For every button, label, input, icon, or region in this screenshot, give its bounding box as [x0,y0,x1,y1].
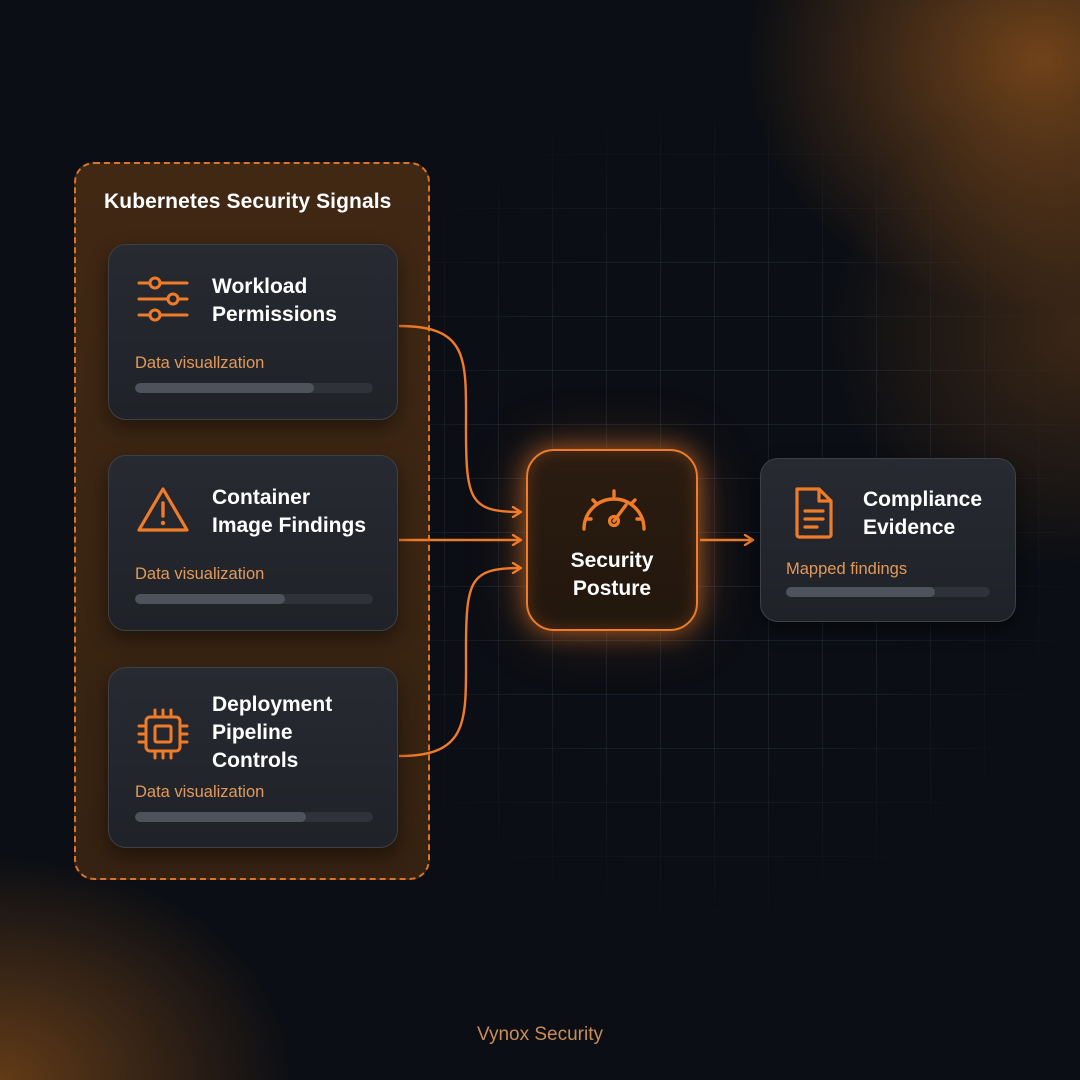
progress-bar [135,812,373,822]
card-subtitle: Mapped findings [786,560,908,578]
card-subtitle: Data visualization [135,783,265,801]
card-title-line: Permissions [212,303,337,326]
card-subtitle: Data visuallzation [135,354,265,372]
progress-bar [786,587,990,597]
card-title-line: Deployment [212,693,333,716]
progress-fill [135,812,307,822]
progress-fill [135,383,314,393]
signal-card-workload-permissions[interactable]: Workload Permissions Data visuallzation [108,244,398,420]
document-icon [795,487,833,539]
card-title-line: Controls [212,749,299,772]
signal-card-deployment-pipeline-controls[interactable]: Deployment Pipeline Controls Data visual… [108,667,398,848]
hub-title-line: Posture [572,577,652,600]
hub-title-line: Security [570,549,654,572]
security-posture-hub[interactable]: Security Posture [526,449,698,631]
connector-workload-to-posture [398,324,520,512]
output-card-compliance-evidence[interactable]: Compliance Evidence Mapped findings [760,458,1016,622]
sliders-icon [137,276,189,322]
progress-bar [135,383,373,393]
progress-fill [135,594,285,604]
warning-triangle-icon [137,487,189,532]
card-title-line: Compliance [863,488,983,511]
card-title-line: Evidence [863,516,956,539]
card-title-line: Container [212,486,311,509]
card-subtitle: Data visualization [135,565,265,583]
card-title-line: Pipeline [212,721,293,744]
progress-fill [786,587,935,597]
card-title-line: Image Findings [212,514,367,537]
connector-pipeline-to-posture [398,568,520,758]
gauge-icon [582,489,646,531]
card-title-line: Workload [212,275,308,298]
footer-brand: Vynox Security [476,1024,603,1045]
signal-card-container-image-findings[interactable]: Container Image Findings Data visualizat… [108,455,398,631]
progress-bar [135,594,373,604]
cpu-chip-icon [137,708,189,760]
